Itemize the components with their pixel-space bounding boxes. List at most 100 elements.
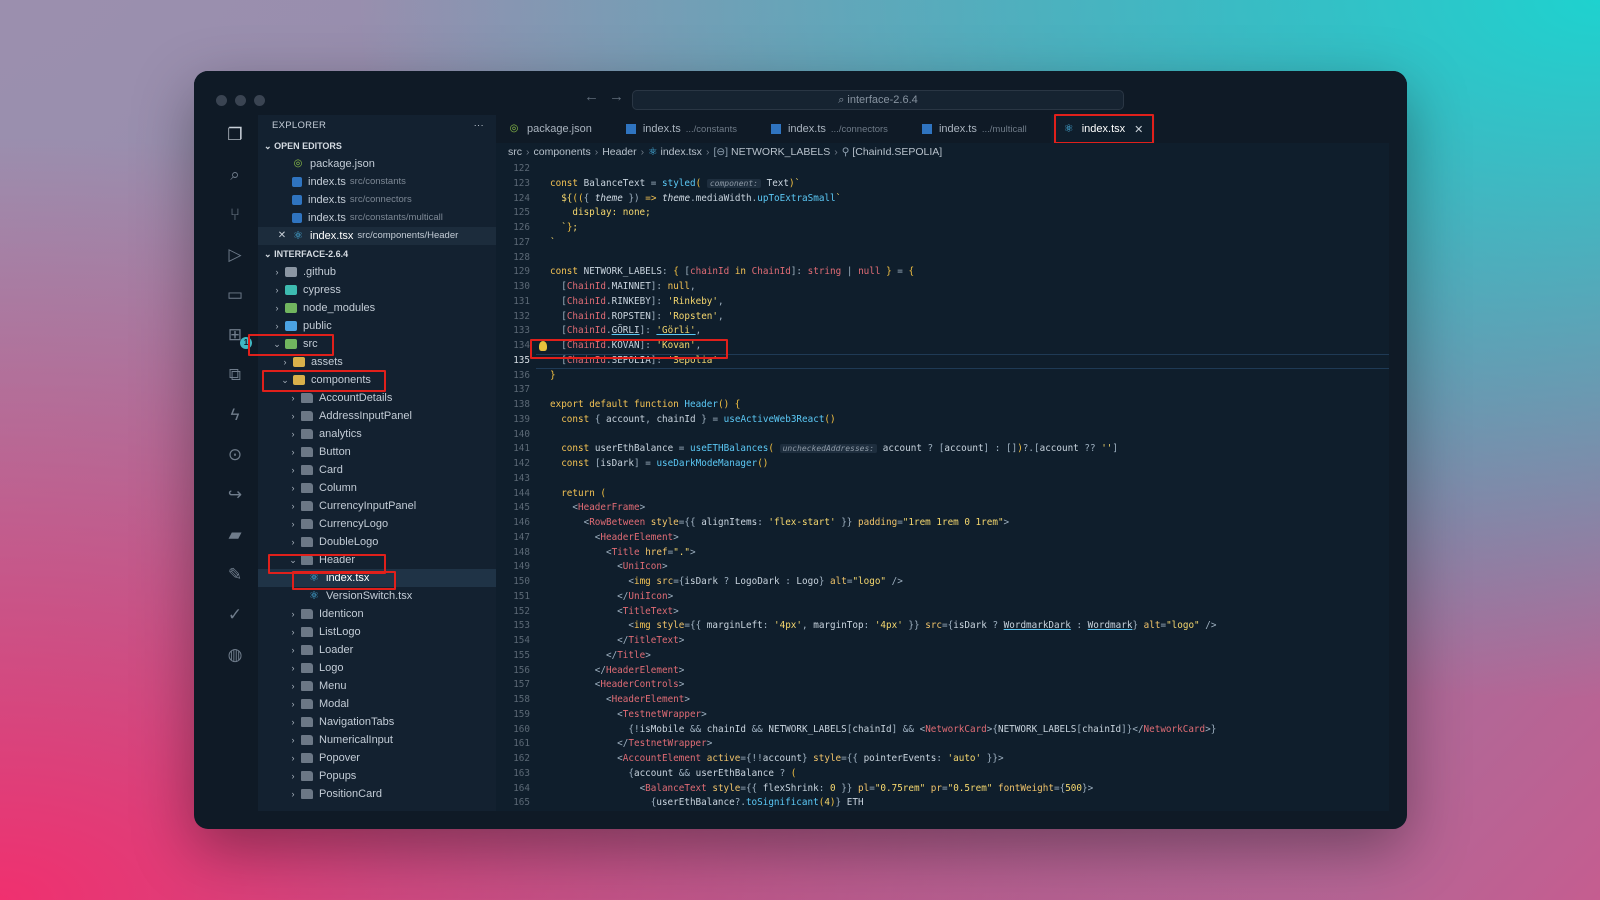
tree-folder[interactable]: › Column	[258, 479, 496, 497]
code-text: <HeaderControls>	[594, 679, 685, 691]
tree-folder[interactable]: › Modal	[258, 695, 496, 713]
tree-folder[interactable]: › node_modules	[258, 299, 496, 317]
check-badge-icon[interactable]: ✓	[212, 595, 258, 635]
code-line: 136}	[496, 369, 1389, 384]
explorer-icon[interactable]: ❐	[212, 115, 258, 155]
maximize-window-button[interactable]	[254, 95, 265, 106]
minimize-window-button[interactable]	[235, 95, 246, 106]
search-icon[interactable]: ⌕	[212, 155, 258, 195]
tree-folder[interactable]: › NumericalInput	[258, 731, 496, 749]
breadcrumb-item[interactable]: index.tsx	[661, 146, 702, 158]
tree-folder[interactable]: › ListLogo	[258, 623, 496, 641]
extensions-icon[interactable]: ⊞ 1	[212, 315, 258, 355]
code-text: </Title>	[605, 649, 651, 661]
folder-icon	[301, 411, 313, 421]
back-arrow-icon[interactable]: ←	[584, 88, 609, 105]
tree-folder[interactable]: › Loader	[258, 641, 496, 659]
code-line: 140	[496, 428, 1389, 443]
close-window-button[interactable]	[216, 95, 227, 106]
tree-folder[interactable]: › CurrencyInputPanel	[258, 497, 496, 515]
source-control-icon[interactable]: ⑂	[212, 195, 258, 235]
command-center-search[interactable]: ⌕ interface-2.6.4	[632, 90, 1124, 110]
breadcrumb-item[interactable]: Header	[602, 146, 636, 158]
folder-icon	[301, 789, 313, 799]
react-file-icon: ⚛	[309, 590, 319, 602]
folder-icon	[301, 465, 313, 475]
tree-folder[interactable]: › Button	[258, 443, 496, 461]
forward-arrow-icon[interactable]: →	[609, 88, 634, 105]
octicon-icon[interactable]: ◍	[212, 635, 258, 675]
breadcrumb-item[interactable]: components	[534, 146, 591, 158]
folder-label: .github	[303, 266, 337, 278]
open-editors-section[interactable]: ⌄ OPEN EDITORS	[258, 137, 496, 155]
tab-index-ts-multicall[interactable]: index.ts .../multicall	[910, 115, 1039, 143]
tree-folder-header[interactable]: ⌄ Header	[258, 551, 496, 569]
open-editor-item-active[interactable]: ✕ ⚛ index.tsx src/components/Header	[258, 227, 496, 245]
chevron-right-icon: ›	[283, 357, 287, 367]
tree-file[interactable]: ⚛ VersionSwitch.tsx	[258, 587, 496, 605]
tree-folder[interactable]: › Menu	[258, 677, 496, 695]
tree-folder[interactable]: › .github	[258, 263, 496, 281]
code-line: 125 display: none;	[496, 206, 1389, 221]
tree-folder[interactable]: › CurrencyLogo	[258, 515, 496, 533]
tree-folder[interactable]: › assets	[258, 353, 496, 371]
tree-folder[interactable]: › AccountDetails	[258, 389, 496, 407]
react-file-icon: ⚛	[309, 572, 319, 584]
tree-folder[interactable]: › Popups	[258, 767, 496, 785]
tree-folder[interactable]: › AddressInputPanel	[258, 407, 496, 425]
lightbulb-icon[interactable]	[539, 341, 547, 351]
pen-icon[interactable]: ✎	[212, 555, 258, 595]
chevron-down-icon: ⌄	[264, 141, 272, 151]
tab-label: index.ts	[938, 123, 977, 135]
tree-folder[interactable]: › NavigationTabs	[258, 713, 496, 731]
tab-index-tsx[interactable]: ⚛ index.tsx ✕	[1050, 115, 1156, 143]
close-icon[interactable]: ✕	[276, 227, 288, 245]
chevron-right-icon: ›	[291, 699, 295, 709]
tree-file-index-tsx[interactable]: ⚛ index.tsx	[258, 569, 496, 587]
open-editor-name: index.ts	[308, 194, 346, 206]
tree-folder-components[interactable]: ⌄ components	[258, 371, 496, 389]
breadcrumb-item[interactable]: NETWORK_LABELS	[731, 146, 830, 158]
tab-index-ts-constants[interactable]: index.ts .../constants	[614, 115, 749, 143]
more-actions-icon[interactable]: ···	[474, 115, 484, 137]
breadcrumb-item[interactable]: src	[508, 146, 522, 158]
tree-folder[interactable]: › Popover	[258, 749, 496, 767]
project-section[interactable]: ⌄ INTERFACE-2.6.4	[258, 245, 496, 263]
testing-icon[interactable]: ⧉	[212, 355, 258, 395]
tree-folder[interactable]: › Identicon	[258, 605, 496, 623]
docker-icon[interactable]: ▰	[212, 515, 258, 555]
folder-label: Loader	[319, 644, 354, 656]
code-text: </UniIcon>	[617, 590, 674, 602]
tree-folder[interactable]: › cypress	[258, 281, 496, 299]
tree-folder[interactable]: › DoubleLogo	[258, 533, 496, 551]
breadcrumb-item[interactable]: [ChainId.SEPOLIA]	[852, 146, 942, 158]
tree-folder[interactable]: › public	[258, 317, 496, 335]
code-editor[interactable]: 122 123 const BalanceText = styled( compo…	[496, 162, 1389, 811]
open-editor-item[interactable]: index.ts src/connectors	[258, 191, 496, 209]
open-editor-item[interactable]: index.ts src/constants/multicall	[258, 209, 496, 227]
tree-folder[interactable]: › PositionCard	[258, 785, 496, 803]
code-text: <HeaderElement>	[594, 531, 679, 543]
tree-folder[interactable]: › analytics	[258, 425, 496, 443]
run-debug-icon[interactable]: ▷	[212, 235, 258, 275]
code-line: 141 const userEthBalance = useETHBalance…	[496, 442, 1389, 457]
tab-index-ts-connectors[interactable]: index.ts .../connectors	[759, 115, 900, 143]
git-graph-icon[interactable]: ⊙	[212, 435, 258, 475]
close-icon[interactable]: ✕	[1134, 123, 1143, 136]
code-line: 137	[496, 383, 1389, 398]
folder-label: public	[303, 320, 332, 332]
line-number: 144	[513, 487, 530, 499]
tab-package-json[interactable]: ◎ package.json	[496, 115, 604, 143]
tree-folder[interactable]: › Card	[258, 461, 496, 479]
share-icon[interactable]: ↪	[212, 475, 258, 515]
lightning-icon[interactable]: ϟ	[212, 395, 258, 435]
line-number: 143	[513, 472, 530, 484]
code-text: <RowBetween style={{ alignItems: 'flex-s…	[583, 517, 1010, 528]
open-editor-item[interactable]: ◎ package.json	[258, 155, 496, 173]
remote-explorer-icon[interactable]: ▭	[212, 275, 258, 315]
open-editor-item[interactable]: index.ts src/constants	[258, 173, 496, 191]
chevron-right-icon: ›	[275, 321, 279, 331]
tab-description: .../constants	[685, 123, 737, 135]
tree-folder-src[interactable]: ⌄ src	[258, 335, 496, 353]
tree-folder[interactable]: › Logo	[258, 659, 496, 677]
